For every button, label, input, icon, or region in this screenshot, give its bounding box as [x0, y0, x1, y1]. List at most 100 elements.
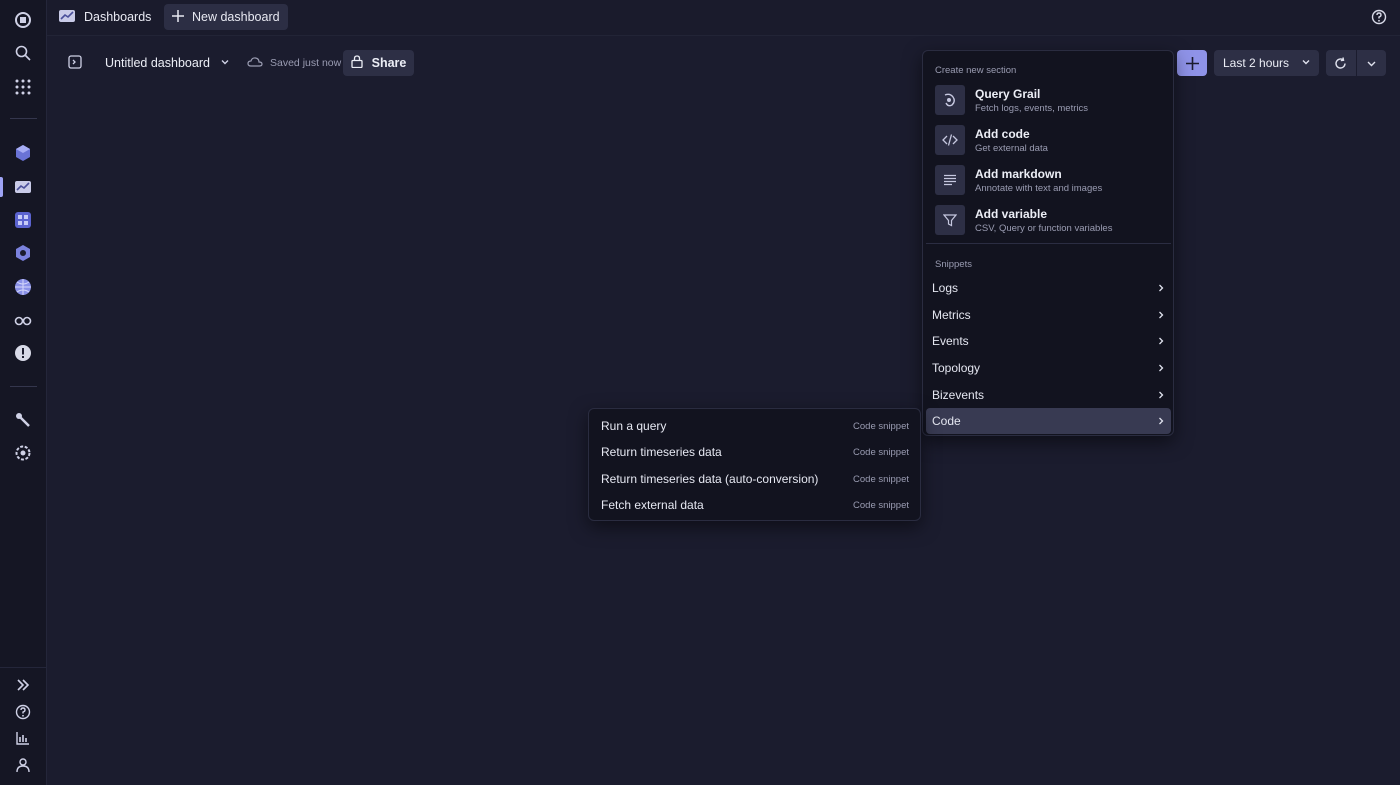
help-icon[interactable]	[13, 702, 33, 722]
save-status: Saved just now	[247, 55, 341, 71]
active-app-indicator	[0, 177, 3, 197]
snippet-run-a-query[interactable]: Run a query Code snippet	[601, 413, 909, 439]
help-icon[interactable]	[1371, 9, 1387, 25]
snippet-item-label: Return timeseries data	[601, 445, 722, 459]
refresh-control	[1326, 50, 1386, 76]
snippet-fetch-external[interactable]: Fetch external data Code snippet	[601, 492, 909, 518]
create-section-heading: Create new section	[935, 65, 1017, 76]
grail-icon	[935, 85, 965, 115]
plus-icon	[1185, 56, 1199, 70]
chevron-down-icon	[1301, 56, 1311, 70]
snippet-label: Topology	[932, 361, 981, 375]
globe-app-icon[interactable]	[13, 277, 33, 297]
dashboard-title-dropdown[interactable]: Untitled dashboard	[105, 55, 230, 71]
chevron-right-icon	[1159, 364, 1164, 372]
cube-app-icon[interactable]	[13, 143, 33, 163]
share-label: Share	[371, 56, 407, 70]
markdown-icon	[935, 165, 965, 195]
expand-rail-icon[interactable]	[13, 675, 33, 695]
rail-divider	[10, 118, 37, 119]
app-title: Dashboards	[84, 10, 152, 24]
settings-gear-icon[interactable]	[13, 443, 33, 463]
cloud-icon	[247, 56, 263, 71]
chevron-right-icon	[1159, 337, 1164, 345]
add-code-item[interactable]: Add code Get external data	[935, 123, 1171, 157]
snippet-metrics[interactable]: Metrics	[926, 302, 1171, 328]
refresh-icon	[1335, 56, 1346, 69]
chevron-right-icon	[1159, 311, 1164, 319]
add-section-menu: Create new section Query Grail Fetch log…	[922, 50, 1174, 436]
save-status-text: Saved just now	[270, 57, 342, 69]
snippet-item-tag: Code snippet	[853, 499, 909, 511]
left-rail	[0, 0, 47, 785]
item-title: Query Grail	[975, 86, 1041, 101]
item-description: Get external data	[975, 142, 1048, 154]
add-variable-item[interactable]: Add variable CSV, Query or function vari…	[935, 203, 1171, 237]
add-markdown-item[interactable]: Add markdown Annotate with text and imag…	[935, 163, 1171, 197]
timeframe-selector[interactable]: Last 2 hours	[1214, 50, 1319, 76]
dashboards-app-icon[interactable]	[13, 177, 33, 197]
hexagon-app-icon[interactable]	[13, 243, 33, 263]
wrench-icon[interactable]	[13, 410, 33, 430]
alert-app-icon[interactable]	[13, 343, 33, 363]
snippet-item-tag: Code snippet	[853, 446, 909, 458]
chevron-right-icon	[1159, 391, 1164, 399]
binoculars-icon[interactable]	[13, 310, 33, 330]
rail-divider	[10, 386, 37, 387]
chevron-right-icon	[1159, 284, 1164, 292]
timeframe-label: Last 2 hours	[1223, 56, 1290, 70]
new-dashboard-button[interactable]: New dashboard	[164, 4, 288, 30]
chevron-down-icon	[220, 56, 230, 70]
code-snippets-submenu: Run a query Code snippet Return timeseri…	[588, 408, 921, 521]
item-title: Add code	[975, 126, 1030, 141]
item-title: Add markdown	[975, 166, 1062, 181]
snippet-label: Events	[932, 334, 969, 348]
snippet-item-label: Run a query	[601, 419, 667, 433]
snippets-heading: Snippets	[935, 259, 972, 270]
snippet-topology[interactable]: Topology	[926, 355, 1171, 381]
lock-icon	[350, 55, 363, 71]
usage-chart-icon[interactable]	[13, 728, 33, 748]
search-icon[interactable]	[13, 43, 33, 63]
refresh-button[interactable]	[1326, 50, 1356, 76]
refresh-options-button[interactable]	[1357, 50, 1387, 76]
snippet-item-tag: Code snippet	[853, 473, 909, 485]
grid-app-icon[interactable]	[13, 210, 33, 230]
item-description: Fetch logs, events, metrics	[975, 102, 1088, 114]
snippet-return-timeseries-auto[interactable]: Return timeseries data (auto-conversion)…	[601, 466, 909, 492]
snippet-logs[interactable]: Logs	[926, 275, 1171, 301]
code-icon	[935, 125, 965, 155]
query-grail-item[interactable]: Query Grail Fetch logs, events, metrics	[935, 83, 1171, 117]
snippet-events[interactable]: Events	[926, 328, 1171, 354]
toggle-sidebar-icon[interactable]	[68, 55, 84, 71]
snippet-return-timeseries[interactable]: Return timeseries data Code snippet	[601, 439, 909, 465]
snippet-item-tag: Code snippet	[853, 420, 909, 432]
snippet-code[interactable]: Code	[926, 408, 1171, 434]
rail-bottom-divider	[0, 667, 47, 668]
app-logo-icon[interactable]	[13, 10, 33, 30]
chevron-down-icon	[1367, 61, 1376, 66]
share-button[interactable]: Share	[343, 50, 414, 76]
item-description: Annotate with text and images	[975, 182, 1103, 194]
snippet-bizevents[interactable]: Bizevents	[926, 382, 1171, 408]
apps-grid-icon[interactable]	[13, 77, 33, 97]
snippet-label: Bizevents	[932, 388, 985, 402]
chevron-right-icon	[1159, 417, 1164, 425]
snippet-label: Logs	[932, 281, 959, 295]
dashboards-app-icon	[59, 9, 75, 26]
snippet-label: Metrics	[932, 308, 971, 322]
item-title: Add variable	[975, 206, 1048, 221]
app-breadcrumb[interactable]: Dashboards	[59, 4, 151, 30]
user-account-icon[interactable]	[13, 755, 33, 775]
top-bar: Dashboards New dashboard	[47, 0, 1400, 36]
item-description: CSV, Query or function variables	[975, 222, 1113, 234]
snippet-item-label: Return timeseries data (auto-conversion)	[601, 472, 819, 486]
new-dashboard-label: New dashboard	[192, 10, 280, 24]
menu-divider	[926, 243, 1171, 244]
filter-icon	[935, 205, 965, 235]
dashboard-title: Untitled dashboard	[105, 56, 210, 70]
snippet-label: Code	[932, 414, 961, 428]
snippet-item-label: Fetch external data	[601, 498, 704, 512]
add-section-button[interactable]	[1177, 50, 1207, 76]
plus-icon	[172, 9, 184, 25]
